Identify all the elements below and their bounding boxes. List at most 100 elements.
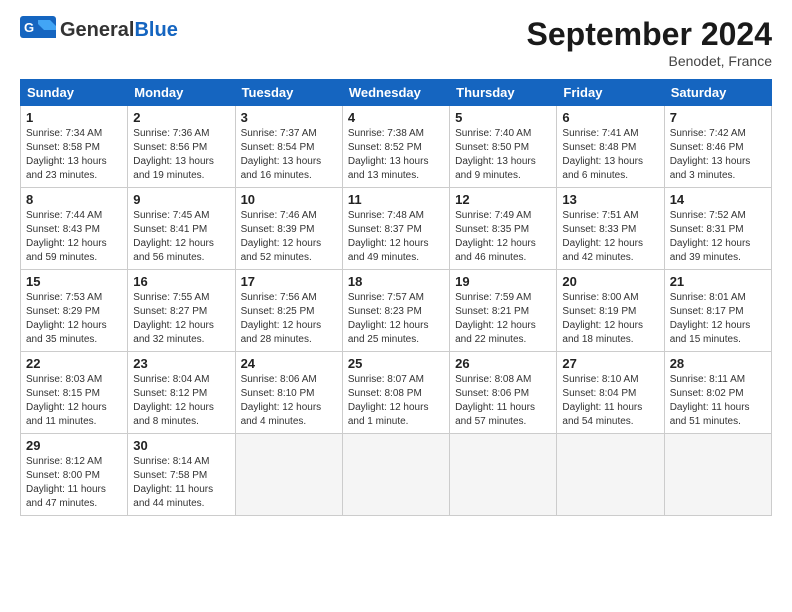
day-info: Sunrise: 8:03 AMSunset: 8:15 PMDaylight:… [26,373,122,429]
day-number: 15 [26,274,122,289]
day-number: 12 [455,192,551,207]
calendar-cell: 30Sunrise: 8:14 AMSunset: 7:58 PMDayligh… [128,434,235,516]
calendar-cell: 20 Sunrise: 8:00 AMSunset: 8:19 PMDayligh… [557,270,664,352]
day-number: 8 [26,192,122,207]
calendar-cell: 7 Sunrise: 7:42 AMSunset: 8:46 PMDaylight… [664,106,771,188]
day-info: Sunrise: 7:36 AMSunset: 8:56 PMDaylight:… [133,127,229,183]
day-number: 9 [133,192,229,207]
day-number: 2 [133,110,229,125]
header-tuesday: Tuesday [235,80,342,106]
day-number: 19 [455,274,551,289]
day-info: Sunrise: 8:04 AMSunset: 8:12 PMDaylight:… [133,373,229,429]
calendar-week-row: 1 Sunrise: 7:34 AMSunset: 8:58 PMDaylight… [21,106,772,188]
calendar-cell [664,434,771,516]
calendar-cell: 6 Sunrise: 7:41 AMSunset: 8:48 PMDaylight… [557,106,664,188]
day-number: 27 [562,356,658,371]
calendar-cell: 21 Sunrise: 8:01 AMSunset: 8:17 PMDayligh… [664,270,771,352]
calendar-cell: 14Sunrise: 7:52 AMSunset: 8:31 PMDayligh… [664,188,771,270]
calendar-cell: 29Sunrise: 8:12 AMSunset: 8:00 PMDayligh… [21,434,128,516]
calendar-cell: 18Sunrise: 7:57 AMSunset: 8:23 PMDayligh… [342,270,449,352]
day-info: Sunrise: 7:56 AMSunset: 8:25 PMDaylight:… [241,291,337,347]
month-title: September 2024 [527,16,772,53]
calendar-cell: 19 Sunrise: 7:59 AMSunset: 8:21 PMDayligh… [450,270,557,352]
logo-icon: G [20,16,56,44]
day-info: Sunrise: 7:49 AMSunset: 8:35 PMDaylight:… [455,209,551,265]
day-number: 17 [241,274,337,289]
calendar-cell [235,434,342,516]
day-number: 10 [241,192,337,207]
day-number: 5 [455,110,551,125]
day-info: Sunrise: 7:40 AMSunset: 8:50 PMDaylight:… [455,127,551,183]
header-thursday: Thursday [450,80,557,106]
calendar-cell: 11 Sunrise: 7:48 AMSunset: 8:37 PMDayligh… [342,188,449,270]
calendar-cell: 9Sunrise: 7:45 AMSunset: 8:41 PMDaylight… [128,188,235,270]
calendar-cell: 26 Sunrise: 8:08 AMSunset: 8:06 PMDayligh… [450,352,557,434]
calendar-cell: 1 Sunrise: 7:34 AMSunset: 8:58 PMDaylight… [21,106,128,188]
day-info: Sunrise: 7:59 AMSunset: 8:21 PMDaylight:… [455,291,551,347]
logo-general: General [60,19,134,41]
calendar-cell: 8 Sunrise: 7:44 AMSunset: 8:43 PMDaylight… [21,188,128,270]
day-number: 13 [562,192,658,207]
day-number: 30 [133,438,229,453]
calendar-cell: 5 Sunrise: 7:40 AMSunset: 8:50 PMDaylight… [450,106,557,188]
day-info: Sunrise: 7:42 AMSunset: 8:46 PMDaylight:… [670,127,766,183]
title-area: September 2024 Benodet, France [527,16,772,69]
calendar-cell: 10 Sunrise: 7:46 AMSunset: 8:39 PMDayligh… [235,188,342,270]
calendar-cell: 23 Sunrise: 8:04 AMSunset: 8:12 PMDayligh… [128,352,235,434]
day-number: 20 [562,274,658,289]
calendar-body: 1 Sunrise: 7:34 AMSunset: 8:58 PMDaylight… [21,106,772,516]
day-number: 7 [670,110,766,125]
calendar-cell: 13Sunrise: 7:51 AMSunset: 8:33 PMDayligh… [557,188,664,270]
day-number: 1 [26,110,122,125]
day-info: Sunrise: 7:41 AMSunset: 8:48 PMDaylight:… [562,127,658,183]
day-info: Sunrise: 7:46 AMSunset: 8:39 PMDaylight:… [241,209,337,265]
header: G GeneralBlue September 2024 Benodet, Fr… [20,16,772,69]
day-info: Sunrise: 8:11 AMSunset: 8:02 PMDaylight:… [670,373,766,429]
day-number: 25 [348,356,444,371]
calendar-cell: 17 Sunrise: 7:56 AMSunset: 8:25 PMDayligh… [235,270,342,352]
header-wednesday: Wednesday [342,80,449,106]
calendar-table: Sunday Monday Tuesday Wednesday Thursday… [20,79,772,516]
day-number: 11 [348,192,444,207]
calendar-week-row: 8 Sunrise: 7:44 AMSunset: 8:43 PMDaylight… [21,188,772,270]
day-number: 6 [562,110,658,125]
calendar-cell [450,434,557,516]
day-number: 4 [348,110,444,125]
day-number: 26 [455,356,551,371]
header-sunday: Sunday [21,80,128,106]
day-number: 21 [670,274,766,289]
day-number: 28 [670,356,766,371]
calendar-cell: 12 Sunrise: 7:49 AMSunset: 8:35 PMDayligh… [450,188,557,270]
day-info: Sunrise: 8:08 AMSunset: 8:06 PMDaylight:… [455,373,551,429]
day-info: Sunrise: 8:06 AMSunset: 8:10 PMDaylight:… [241,373,337,429]
day-info: Sunrise: 7:55 AMSunset: 8:27 PMDaylight:… [133,291,229,347]
calendar-cell: 28 Sunrise: 8:11 AMSunset: 8:02 PMDayligh… [664,352,771,434]
header-saturday: Saturday [664,80,771,106]
day-info: Sunrise: 7:44 AMSunset: 8:43 PMDaylight:… [26,209,122,265]
svg-text:G: G [24,20,34,35]
day-number: 3 [241,110,337,125]
logo: G GeneralBlue [20,16,178,44]
day-info: Sunrise: 7:57 AMSunset: 8:23 PMDaylight:… [348,291,444,347]
day-number: 14 [670,192,766,207]
day-number: 16 [133,274,229,289]
calendar-week-row: 22Sunrise: 8:03 AMSunset: 8:15 PMDayligh… [21,352,772,434]
day-info: Sunrise: 7:48 AMSunset: 8:37 PMDaylight:… [348,209,444,265]
day-info: Sunrise: 8:01 AMSunset: 8:17 PMDaylight:… [670,291,766,347]
calendar-cell [342,434,449,516]
calendar-cell: 15Sunrise: 7:53 AMSunset: 8:29 PMDayligh… [21,270,128,352]
day-info: Sunrise: 7:34 AMSunset: 8:58 PMDaylight:… [26,127,122,183]
day-number: 29 [26,438,122,453]
day-info: Sunrise: 8:07 AMSunset: 8:08 PMDaylight:… [348,373,444,429]
calendar-week-row: 29Sunrise: 8:12 AMSunset: 8:00 PMDayligh… [21,434,772,516]
location: Benodet, France [527,53,772,69]
calendar-cell: 27Sunrise: 8:10 AMSunset: 8:04 PMDayligh… [557,352,664,434]
calendar-cell: 25 Sunrise: 8:07 AMSunset: 8:08 PMDayligh… [342,352,449,434]
weekday-header-row: Sunday Monday Tuesday Wednesday Thursday… [21,80,772,106]
calendar-cell: 24 Sunrise: 8:06 AMSunset: 8:10 PMDayligh… [235,352,342,434]
calendar-cell: 3Sunrise: 7:37 AMSunset: 8:54 PMDaylight… [235,106,342,188]
day-number: 23 [133,356,229,371]
calendar-cell: 22Sunrise: 8:03 AMSunset: 8:15 PMDayligh… [21,352,128,434]
day-info: Sunrise: 8:00 AMSunset: 8:19 PMDaylight:… [562,291,658,347]
day-number: 24 [241,356,337,371]
